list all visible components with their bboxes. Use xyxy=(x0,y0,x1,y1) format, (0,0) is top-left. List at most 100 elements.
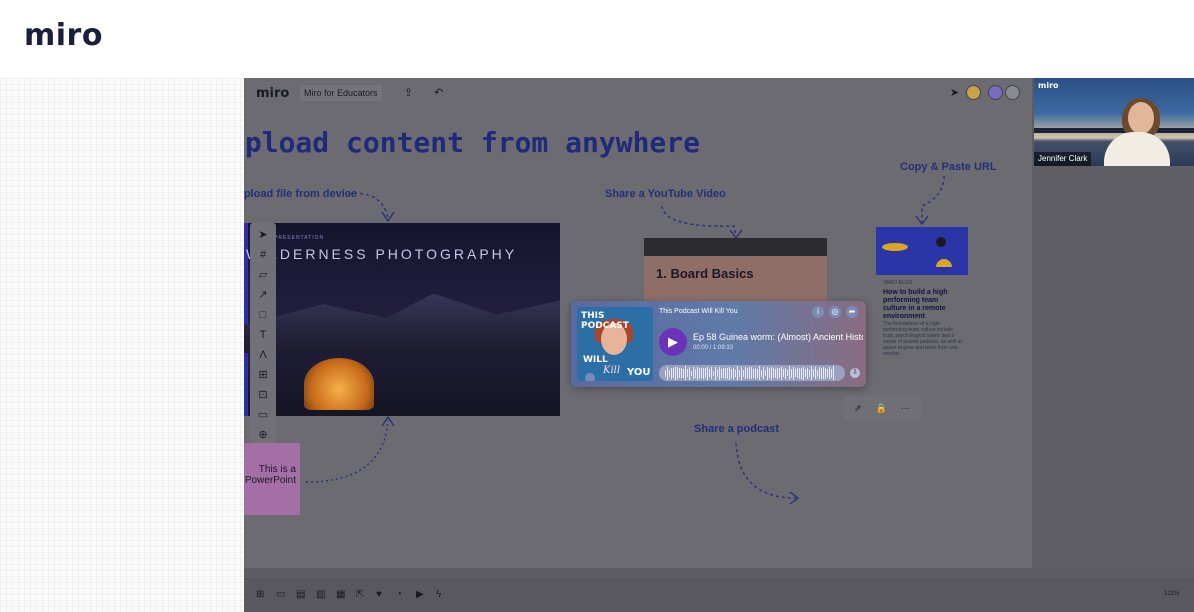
waveform-bar xyxy=(807,367,808,379)
waveform-bar xyxy=(827,369,828,377)
waveform-bar xyxy=(813,369,814,377)
left-toolbar: ➤ # ▱ ↗ □ T Ʌ ⊞ ⊡ ▭ ⊕ ··· xyxy=(250,223,276,468)
waveform-bar xyxy=(783,369,784,377)
waveform-bar xyxy=(791,368,792,378)
waveform-bar xyxy=(721,368,722,378)
waveform-bar xyxy=(749,367,750,379)
waveform-bar xyxy=(739,369,740,377)
photo-title: WILDERNESS PHOTOGRAPHY xyxy=(246,246,518,262)
waveform-bar xyxy=(743,369,744,377)
miro-brand-logo: miro xyxy=(24,18,103,53)
waveform-bar xyxy=(737,366,738,380)
waveform-bar xyxy=(755,367,756,379)
play-button[interactable]: ▶ xyxy=(659,328,687,356)
video-icon[interactable]: ▶ xyxy=(416,589,424,600)
waveform-bar xyxy=(705,368,706,378)
waveform-bar xyxy=(703,367,704,379)
presenter-name: Jennifer Clark xyxy=(1034,152,1092,166)
waveform-bar xyxy=(811,366,812,380)
waveform-bar xyxy=(777,367,778,379)
cursor-icon[interactable]: ➤ xyxy=(256,228,270,242)
waveform-bar xyxy=(769,368,770,378)
waveform-bar xyxy=(831,368,832,378)
lock-icon[interactable]: 🔒 xyxy=(876,403,887,414)
comment-icon[interactable]: ▭ xyxy=(276,589,285,600)
waveform-bar xyxy=(787,370,788,376)
frames-icon[interactable]: ⊞ xyxy=(256,589,264,600)
waveform-bar xyxy=(675,366,676,380)
audio-waveform-scrubber[interactable] xyxy=(659,365,845,381)
external-link-icon[interactable]: ⇗ xyxy=(854,403,862,414)
cards-icon[interactable]: ▥ xyxy=(316,589,325,600)
comment-icon[interactable]: ▭ xyxy=(256,408,270,422)
text-icon[interactable]: T xyxy=(256,328,270,342)
waveform-bar xyxy=(803,366,804,380)
shape-icon[interactable]: □ xyxy=(256,308,270,322)
waveform-bar xyxy=(795,369,796,377)
waveform-bar xyxy=(785,367,786,379)
kanban-icon[interactable]: ▦ xyxy=(336,589,345,600)
waveform-bar xyxy=(691,370,692,376)
line-icon[interactable]: ↗ xyxy=(256,288,270,302)
waveform-bar xyxy=(681,368,682,378)
waveform-bar xyxy=(695,368,696,378)
photo-caption-small: PRESENTATION xyxy=(274,235,325,241)
waveform-bar xyxy=(715,366,716,380)
waveform-bar xyxy=(781,366,782,380)
pen-icon[interactable]: Ʌ xyxy=(256,348,270,362)
waveform-bar xyxy=(753,368,754,378)
podcast-player-widget[interactable]: THIS PODCAST WILL Kill YOU This Podcast … xyxy=(571,301,866,387)
episode-time: 00:00 / 1:09:33 xyxy=(693,345,734,351)
upload-file-icon[interactable]: ⊕ xyxy=(256,428,270,442)
waveform-bar xyxy=(713,370,714,376)
waveform-bar xyxy=(699,368,700,378)
waveform-bar xyxy=(747,368,748,378)
waveform-bar xyxy=(805,369,806,377)
card-icon[interactable]: ⊡ xyxy=(256,388,270,402)
waveform-bar xyxy=(679,368,680,378)
waveform-bar xyxy=(693,367,694,379)
youtube-video-embed[interactable]: 1. Board Basics xyxy=(644,238,827,303)
like-icon[interactable]: ♥ xyxy=(376,589,382,600)
webcam-miro-logo: miro xyxy=(1038,81,1059,90)
article-preview-image[interactable] xyxy=(876,227,968,275)
waveform-bar xyxy=(731,368,732,378)
waveform-bar xyxy=(797,368,798,378)
waveform-bar xyxy=(759,366,760,380)
waveform-bar xyxy=(745,367,746,379)
waveform-bar xyxy=(689,366,690,380)
zoom-level[interactable]: 121% xyxy=(1164,591,1179,597)
bottom-toolbar: ⊞ ▭ ▤ ▥ ▦ ⇱ ♥ ◔ ▶ ϟ 121% xyxy=(244,578,1194,612)
lightning-icon[interactable]: ϟ xyxy=(436,589,441,600)
article-meta: MIRO BLOG xyxy=(884,280,913,286)
board-right-margin xyxy=(1032,166,1194,568)
info-icon[interactable]: i xyxy=(812,306,824,318)
waveform-bar xyxy=(765,370,766,376)
download-icon[interactable]: ⇩ xyxy=(850,368,860,378)
cover-title-top: THIS PODCAST xyxy=(581,311,629,331)
chat-icon[interactable]: ▤ xyxy=(296,589,305,600)
subscribe-icon[interactable] xyxy=(585,373,595,381)
podcast-icon[interactable]: ◎ xyxy=(829,306,841,318)
waveform-bar xyxy=(817,369,818,377)
waveform-bar xyxy=(711,367,712,379)
cover-title-bottom: YOU xyxy=(627,367,651,378)
timer-icon[interactable]: ◔ xyxy=(396,589,402,600)
miro-board-canvas[interactable]: miro Miro for Educators ⇪ ↶ ➤ Upload con… xyxy=(244,78,1032,568)
sticky-note-icon[interactable]: ▱ xyxy=(256,268,270,282)
waveform-bar xyxy=(733,367,734,379)
waveform-bar xyxy=(665,369,666,377)
waveform-bar xyxy=(719,366,720,380)
share-icon[interactable]: ➦ xyxy=(846,306,858,318)
frame-icon[interactable]: # xyxy=(256,248,270,262)
article-title[interactable]: How to build a high performing team cult… xyxy=(883,289,963,321)
template-icon[interactable]: ⊞ xyxy=(256,368,270,382)
export-icon[interactable]: ⇱ xyxy=(356,589,364,600)
more-icon[interactable]: ··· xyxy=(901,403,910,413)
wilderness-photo-slide[interactable]: PRESENTATION WILDERNESS PHOTOGRAPHY xyxy=(244,223,560,416)
waveform-bar xyxy=(763,367,764,379)
waveform-bar xyxy=(697,366,698,380)
waveform-bar xyxy=(729,366,730,380)
waveform-bar xyxy=(829,367,830,379)
waveform-bar xyxy=(757,368,758,378)
